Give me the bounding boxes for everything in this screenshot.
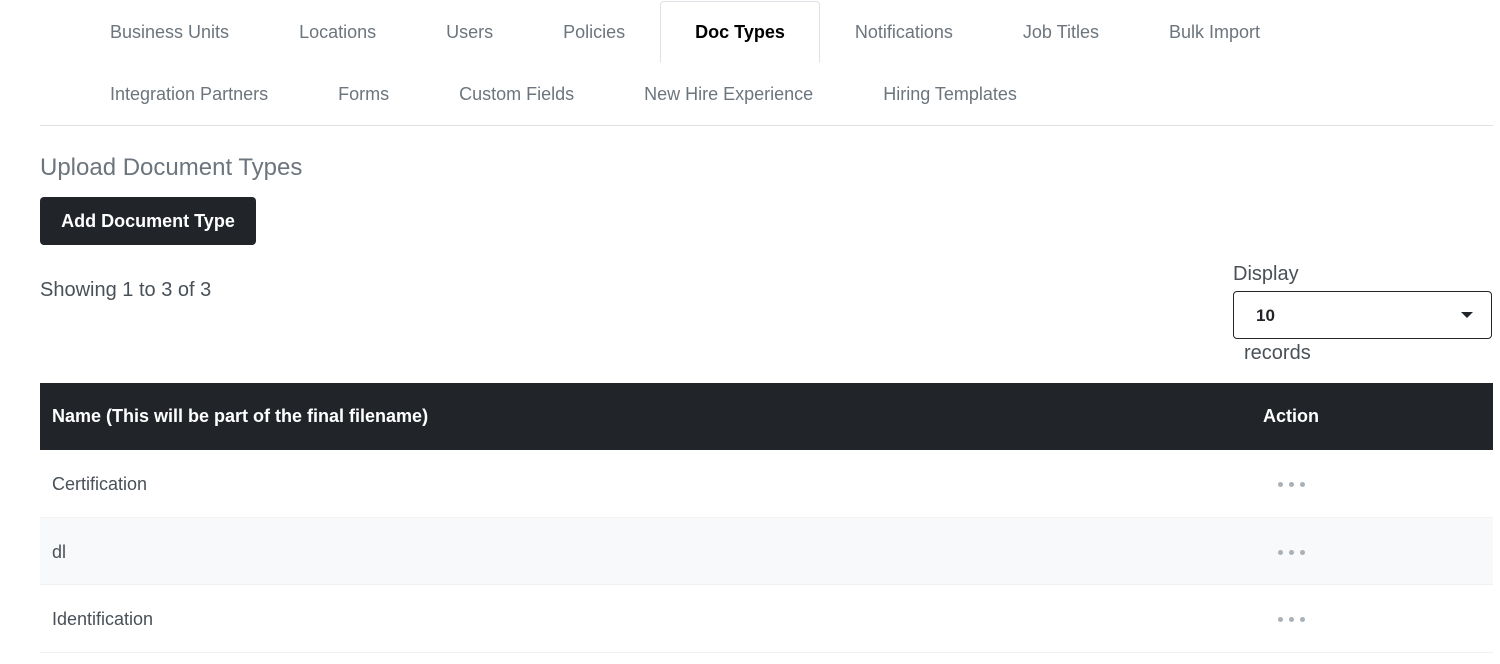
tab-locations[interactable]: Locations xyxy=(264,1,411,63)
more-actions-icon[interactable] xyxy=(1276,480,1307,489)
dot xyxy=(1278,617,1283,622)
dot xyxy=(1289,549,1294,555)
section-title: Upload Document Types xyxy=(40,154,303,181)
dot xyxy=(1289,482,1294,487)
settings-tabs: Business Units Locations Users Policies … xyxy=(40,0,1493,126)
dot xyxy=(1289,617,1294,622)
records-per-page-value: 10 xyxy=(1256,306,1275,325)
dot xyxy=(1278,482,1283,487)
add-document-type-button[interactable]: Add Document Type xyxy=(40,197,256,245)
records-per-page-select[interactable]: 10 xyxy=(1233,291,1492,339)
tab-hiring-templates[interactable]: Hiring Templates xyxy=(848,63,1052,125)
doc-type-name: dl xyxy=(52,541,67,562)
tab-job-titles[interactable]: Job Titles xyxy=(988,1,1134,63)
table-row: Certification xyxy=(40,450,1493,518)
tab-users[interactable]: Users xyxy=(411,1,528,63)
page: Business Units Locations Users Policies … xyxy=(0,0,1500,664)
tab-custom-fields[interactable]: Custom Fields xyxy=(424,63,609,125)
tab-row-2: Integration Partners Forms Custom Fields… xyxy=(70,63,1052,125)
table-row: dl xyxy=(40,517,1493,585)
more-actions-icon[interactable] xyxy=(1276,548,1307,557)
doc-type-name: Identification xyxy=(52,609,154,629)
dot xyxy=(1300,549,1305,555)
tab-business-units[interactable]: Business Units xyxy=(70,1,264,63)
more-actions-icon[interactable] xyxy=(1276,615,1307,624)
dot xyxy=(1278,549,1283,555)
tab-policies[interactable]: Policies xyxy=(528,1,660,63)
caret-down-icon xyxy=(1461,312,1473,318)
tab-integration-partners[interactable]: Integration Partners xyxy=(70,63,303,125)
column-header-action: Action xyxy=(1263,406,1319,426)
tab-bulk-import[interactable]: Bulk Import xyxy=(1134,1,1295,63)
doc-type-name: Certification xyxy=(52,474,148,494)
tab-doc-types[interactable]: Doc Types xyxy=(660,1,820,63)
showing-count: Showing 1 to 3 of 3 xyxy=(40,279,212,301)
display-label: Display xyxy=(1233,263,1299,285)
table-header: Name (This will be part of the final fil… xyxy=(40,383,1493,450)
tab-notifications[interactable]: Notifications xyxy=(820,1,988,63)
tab-row-1: Business Units Locations Users Policies … xyxy=(70,1,1295,63)
table-row: Identification xyxy=(40,585,1493,653)
tab-new-hire-experience[interactable]: New Hire Experience xyxy=(609,63,848,125)
column-header-name: Name (This will be part of the final fil… xyxy=(52,406,429,426)
dot xyxy=(1300,617,1305,622)
tab-forms[interactable]: Forms xyxy=(303,63,424,125)
dot xyxy=(1300,482,1305,487)
records-label: records xyxy=(1244,342,1311,364)
document-types-table: Name (This will be part of the final fil… xyxy=(40,383,1493,653)
